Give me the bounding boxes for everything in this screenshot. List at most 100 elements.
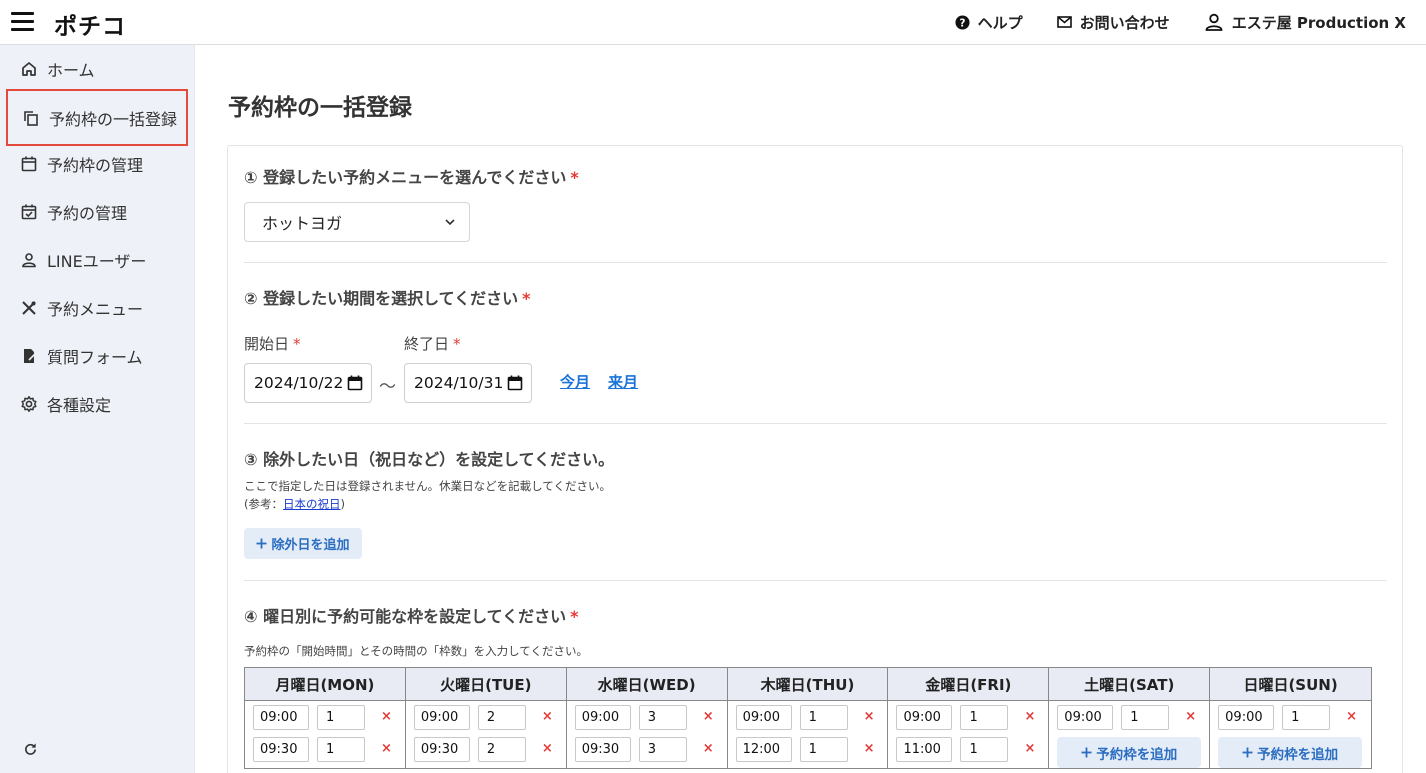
section-divider bbox=[244, 423, 1387, 424]
delete-slot-icon[interactable]: × bbox=[1346, 709, 1357, 724]
delete-slot-icon[interactable]: × bbox=[542, 709, 553, 724]
slot-count-input[interactable]: 1 bbox=[1282, 704, 1331, 730]
sidebar-item-line-users[interactable]: LINEユーザー bbox=[6, 236, 188, 284]
slot-time-input[interactable]: 09:00 bbox=[1057, 704, 1114, 730]
section-period-title: ② 登録したい期間を選択してください * bbox=[244, 285, 531, 309]
slot-count-input[interactable]: 1 bbox=[960, 704, 1009, 730]
sidebar-item-slot-management[interactable]: 予約枠の管理 bbox=[6, 140, 188, 188]
chevron-down-icon bbox=[445, 219, 455, 226]
sidebar-item-reservation-menu[interactable]: 予約メニュー bbox=[6, 284, 188, 332]
delete-slot-icon[interactable]: × bbox=[381, 741, 392, 756]
help-link[interactable]: ? ヘルプ bbox=[955, 12, 1023, 33]
bulk-register-form: ① 登録したい予約メニューを選んでください * ホットヨガ ② 登録したい期間を選… bbox=[227, 145, 1403, 773]
slot-row: 09:00 2 × bbox=[406, 701, 566, 733]
holidays-link[interactable]: 日本の祝日 bbox=[283, 497, 341, 511]
slot-count-input[interactable]: 1 bbox=[317, 736, 365, 762]
required-mark: * bbox=[453, 335, 461, 353]
contact-link[interactable]: お問い合わせ bbox=[1056, 12, 1170, 33]
slot-time-input[interactable]: 11:00 bbox=[896, 736, 953, 762]
section-menu-title: ① 登録したい予約メニューを選んでください * bbox=[244, 164, 579, 188]
delete-slot-icon[interactable]: × bbox=[1024, 741, 1035, 756]
next-month-link[interactable]: 来月 bbox=[608, 371, 638, 392]
delete-slot-icon[interactable]: × bbox=[381, 709, 392, 724]
slot-time-input[interactable]: 09:00 bbox=[1218, 704, 1275, 730]
slot-count-input[interactable]: 3 bbox=[638, 704, 687, 730]
section-period-title-text: ② 登録したい期間を選択してください bbox=[244, 289, 519, 308]
slot-time-input[interactable]: 09:00 bbox=[413, 704, 470, 730]
slot-time-input[interactable]: 09:30 bbox=[413, 736, 470, 762]
slot-time-input[interactable]: 09:00 bbox=[896, 704, 953, 730]
start-date-input[interactable]: 2024/10/22 bbox=[244, 363, 372, 403]
slot-count-input[interactable]: 1 bbox=[799, 736, 848, 762]
calendar-icon[interactable] bbox=[347, 375, 363, 391]
header-actions: ? ヘルプ お問い合わせ エステ屋 Production X bbox=[955, 0, 1406, 44]
delete-slot-icon[interactable]: × bbox=[864, 741, 875, 756]
delete-slot-icon[interactable]: × bbox=[542, 741, 553, 756]
sidebar-item-label: 予約枠の管理 bbox=[47, 156, 144, 175]
copy-icon bbox=[24, 110, 38, 126]
delete-slot-icon[interactable]: × bbox=[1185, 709, 1196, 724]
day-column: 水曜日(WED) 09:00 3 × 09:30 3 × bbox=[566, 668, 728, 768]
delete-slot-icon[interactable]: × bbox=[703, 741, 714, 756]
add-slot-button[interactable]: 予約枠を追加 bbox=[1057, 737, 1202, 768]
day-header: 火曜日(TUE) bbox=[405, 668, 566, 701]
slot-count-input[interactable]: 1 bbox=[799, 704, 848, 730]
slot-count-input[interactable]: 2 bbox=[477, 736, 526, 762]
section-weekday-title: ④ 曜日別に予約可能な枠を設定してください * bbox=[244, 603, 579, 627]
day-column: 月曜日(MON) 09:00 1 × 09:30 1 × bbox=[245, 668, 406, 768]
slot-count-input[interactable]: 1 bbox=[1121, 704, 1170, 730]
hamburger-menu-icon[interactable] bbox=[11, 12, 34, 31]
calendar-icon[interactable] bbox=[507, 375, 523, 391]
slot-row: 09:30 3 × bbox=[567, 733, 727, 765]
end-date-input[interactable]: 2024/10/31 bbox=[404, 363, 532, 403]
help-label: ヘルプ bbox=[977, 13, 1023, 32]
exclusion-note: ここで指定した日は登録されません。休業日などを記載してください。 bbox=[244, 479, 611, 493]
exclusion-reference: (参考：日本の祝日) bbox=[244, 496, 345, 512]
sidebar-item-label: 各種設定 bbox=[47, 396, 112, 415]
slot-time-input[interactable]: 09:00 bbox=[574, 704, 631, 730]
slot-time-input[interactable]: 09:00 bbox=[253, 704, 309, 730]
end-date-label-text: 終了日 bbox=[404, 335, 450, 353]
this-month-link[interactable]: 今月 bbox=[560, 371, 590, 392]
section-divider bbox=[244, 262, 1387, 263]
sidebar-item-bulk-register[interactable]: 予約枠の一括登録 bbox=[6, 89, 188, 146]
sidebar-item-settings[interactable]: 各種設定 bbox=[6, 380, 188, 428]
slot-row: 09:00 1 × bbox=[888, 701, 1048, 733]
add-slot-button[interactable]: 予約枠を追加 bbox=[1218, 737, 1363, 768]
delete-slot-icon[interactable]: × bbox=[1024, 709, 1035, 724]
slot-time-input[interactable]: 09:30 bbox=[253, 736, 309, 762]
start-date-value: 2024/10/22 bbox=[254, 374, 344, 392]
slot-count-input[interactable]: 3 bbox=[638, 736, 687, 762]
sidebar-item-label: ホーム bbox=[47, 61, 95, 80]
sidebar-item-reservation-management[interactable]: 予約の管理 bbox=[6, 188, 188, 236]
section-divider bbox=[244, 580, 1387, 581]
sidebar: ホーム 予約枠の一括登録 予約枠の管理 予約の管理 LINEユーザー 予約メニュ… bbox=[0, 45, 195, 773]
slot-row: 09:00 3 × bbox=[567, 701, 727, 733]
slot-count-input[interactable]: 1 bbox=[317, 704, 365, 730]
help-circle-icon: ? bbox=[955, 14, 970, 30]
sidebar-item-label: 予約枠の一括登録 bbox=[49, 109, 178, 129]
refresh-icon[interactable] bbox=[23, 742, 38, 757]
account-menu[interactable]: エステ屋 Production X bbox=[1204, 12, 1406, 33]
add-exclusion-date-button[interactable]: 除外日を追加 bbox=[244, 528, 362, 559]
menu-select-value: ホットヨガ bbox=[262, 214, 343, 233]
home-icon bbox=[22, 62, 36, 76]
slot-time-input[interactable]: 12:00 bbox=[735, 736, 792, 762]
plus-icon bbox=[1242, 747, 1253, 758]
app-logo[interactable]: ポチコ bbox=[54, 7, 126, 41]
section-weekday-title-text: ④ 曜日別に予約可能な枠を設定してください bbox=[244, 607, 567, 626]
slot-time-input[interactable]: 09:00 bbox=[735, 704, 792, 730]
reference-prefix: (参考： bbox=[244, 497, 283, 511]
sidebar-item-home[interactable]: ホーム bbox=[6, 45, 188, 93]
sidebar-item-question-form[interactable]: 質問フォーム bbox=[6, 332, 188, 380]
required-mark: * bbox=[570, 168, 579, 187]
menu-select[interactable]: ホットヨガ bbox=[244, 202, 470, 242]
day-header: 日曜日(SUN) bbox=[1210, 668, 1372, 701]
delete-slot-icon[interactable]: × bbox=[703, 709, 714, 724]
slot-count-input[interactable]: 2 bbox=[477, 704, 526, 730]
slot-count-input[interactable]: 1 bbox=[960, 736, 1009, 762]
sidebar-item-label: 質問フォーム bbox=[47, 348, 143, 367]
end-date-label: 終了日 * bbox=[404, 333, 461, 354]
slot-time-input[interactable]: 09:30 bbox=[574, 736, 631, 762]
delete-slot-icon[interactable]: × bbox=[864, 709, 875, 724]
